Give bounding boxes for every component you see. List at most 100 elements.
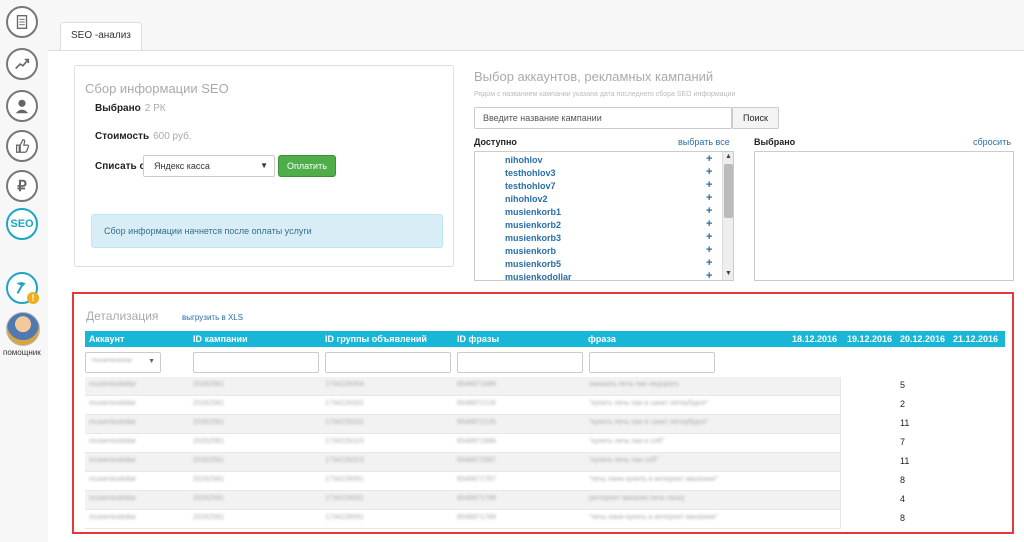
cell-phrase: "купить печь пан спб": [589, 457, 659, 464]
chevron-down-icon: ▼: [148, 358, 155, 365]
table-row[interactable]: musienkodollar 20262581 1734226091 65488…: [85, 510, 1005, 529]
details-filters: musienkodollar ▼: [85, 351, 1005, 375]
column-header[interactable]: 20.12.2016: [900, 334, 945, 344]
cell-phrase: "купить печь пан в санкт петербурге": [589, 419, 709, 426]
scroll-down-icon[interactable]: ▼: [725, 270, 732, 277]
reset-link[interactable]: сбросить: [973, 137, 1011, 147]
selected-row: Выбрано 2 РК: [95, 103, 166, 114]
user-icon[interactable]: [6, 90, 38, 122]
column-header[interactable]: фраза: [588, 334, 616, 344]
details-title: Детализация: [86, 309, 159, 323]
column-header[interactable]: Аккаунт: [89, 334, 124, 344]
cell-account: musienkodollar: [89, 514, 137, 521]
select-all-link[interactable]: выбрать все: [678, 137, 730, 147]
warning-badge-icon: !: [27, 292, 39, 304]
account-filter-select[interactable]: musienkodollar ▼: [85, 352, 161, 373]
table-row[interactable]: musienkodollar 20262581 1734226454 65488…: [85, 377, 1005, 396]
cell-account: musienkodollar: [89, 476, 137, 483]
available-list-scrollbar[interactable]: ▲ ▼: [722, 152, 733, 280]
plus-icon[interactable]: +: [706, 231, 712, 243]
selected-list: [754, 151, 1014, 281]
cell-account: musienkodollar: [89, 419, 137, 426]
chart-icon[interactable]: [6, 48, 38, 80]
seo-collect-title: Сбор информации SEO: [85, 81, 229, 96]
cell-phrase-id: 6548872986: [457, 438, 496, 445]
plus-icon[interactable]: +: [706, 192, 712, 204]
plus-icon[interactable]: +: [706, 205, 712, 217]
list-item[interactable]: musienkorb3: [505, 233, 561, 243]
plus-icon[interactable]: +: [706, 257, 712, 269]
phrase-id-filter[interactable]: [457, 352, 583, 373]
details-table-header: Аккаунт ID кампании ID группы объявлений…: [85, 331, 1005, 347]
cell-account: musienkodollar: [89, 495, 137, 502]
cell-campaign-id: 20262581: [193, 438, 225, 445]
cell-phrase-id: 6548871788: [457, 495, 496, 502]
column-header[interactable]: 19.12.2016: [847, 334, 892, 344]
list-item[interactable]: musienkorb2: [505, 220, 561, 230]
list-item[interactable]: musienkorb: [505, 246, 556, 256]
debit-label: Списать с: [95, 161, 146, 172]
cell-value: 8: [900, 475, 906, 485]
column-header[interactable]: 21.12.2016: [953, 334, 998, 344]
value-cell: [840, 434, 1005, 453]
value-cell: [840, 377, 1005, 396]
cell-campaign-id: 20262581: [193, 381, 225, 388]
cell-phrase: "купить печь пан в санкт петербурге": [589, 400, 709, 407]
hammer-icon[interactable]: !: [6, 272, 39, 304]
pay-button[interactable]: Оплатить: [278, 155, 336, 177]
phrase-filter[interactable]: [589, 352, 715, 373]
plus-icon[interactable]: +: [706, 153, 712, 165]
value-cell: [840, 396, 1005, 415]
group-id-filter[interactable]: [325, 352, 451, 373]
plus-icon[interactable]: +: [706, 218, 712, 230]
export-xls-link[interactable]: выгрузить в XLS: [182, 313, 243, 322]
cell-account: musienkodollar: [89, 400, 137, 407]
account-filter-value: musienkodollar: [92, 358, 133, 364]
plus-icon[interactable]: +: [706, 166, 712, 178]
column-header[interactable]: ID фразы: [457, 334, 499, 344]
column-header[interactable]: ID группы объявлений: [325, 334, 427, 344]
list-item[interactable]: testhohlov3: [505, 168, 556, 178]
scrollbar-thumb[interactable]: [724, 164, 733, 218]
plus-icon[interactable]: +: [706, 270, 712, 280]
scroll-up-icon[interactable]: ▲: [725, 153, 732, 160]
list-item[interactable]: musienkorb5: [505, 259, 561, 269]
campaign-search-input[interactable]: Введите название кампании: [474, 107, 732, 129]
cell-phrase-id: 6548871688: [457, 381, 496, 388]
table-row[interactable]: musienkodollar 20262581 1734226091 65488…: [85, 472, 1005, 491]
plus-icon[interactable]: +: [706, 244, 712, 256]
seo-icon[interactable]: SEO: [6, 208, 38, 240]
payment-select[interactable]: Яндекс касса ▼: [143, 155, 275, 177]
list-item[interactable]: musienkodollar: [505, 272, 572, 280]
column-header[interactable]: 18.12.2016: [792, 334, 837, 344]
cost-label: Стоимость: [95, 131, 150, 142]
table-row[interactable]: musienkodollar 20262581 1734226315 65488…: [85, 453, 1005, 472]
value-cell: [840, 510, 1005, 529]
table-row[interactable]: musienkodollar 20262581 1734226091 65488…: [85, 491, 1005, 510]
list-item[interactable]: nihohlov2: [505, 194, 548, 204]
list-item[interactable]: testhohlov7: [505, 181, 556, 191]
list-item[interactable]: musienkorb1: [505, 207, 561, 217]
cell-account: musienkodollar: [89, 438, 137, 445]
helper-avatar[interactable]: [6, 312, 40, 346]
available-list: nihohlov + testhohlov3 + testhohlov7 + n…: [474, 151, 734, 281]
documents-icon[interactable]: [6, 6, 38, 38]
cell-value: 7: [900, 437, 906, 447]
ruble-icon[interactable]: ₽: [6, 170, 38, 202]
list-item[interactable]: nihohlov: [505, 155, 543, 165]
cell-phrase-id: 6548872126: [457, 400, 496, 407]
column-header[interactable]: ID кампании: [193, 334, 248, 344]
app-window: ₽ SEO ! помощник SEO -анализ Сбор информ…: [0, 0, 1024, 542]
search-button[interactable]: Поиск: [732, 107, 779, 129]
cost-row: Стоимость 600 руб.: [95, 131, 192, 142]
cell-account: musienkodollar: [89, 381, 137, 388]
selected-value: 2 РК: [144, 103, 166, 114]
tab-seo-analysis[interactable]: SEO -анализ: [60, 22, 142, 50]
table-row[interactable]: musienkodollar 20262581 1734226315 65488…: [85, 434, 1005, 453]
like-icon[interactable]: [6, 130, 38, 162]
table-row[interactable]: musienkodollar 20262581 1734226332 65488…: [85, 396, 1005, 415]
cell-group-id: 1734226091: [325, 495, 364, 502]
table-row[interactable]: musienkodollar 20262581 1734226332 65488…: [85, 415, 1005, 434]
plus-icon[interactable]: +: [706, 179, 712, 191]
campaign-id-filter[interactable]: [193, 352, 319, 373]
